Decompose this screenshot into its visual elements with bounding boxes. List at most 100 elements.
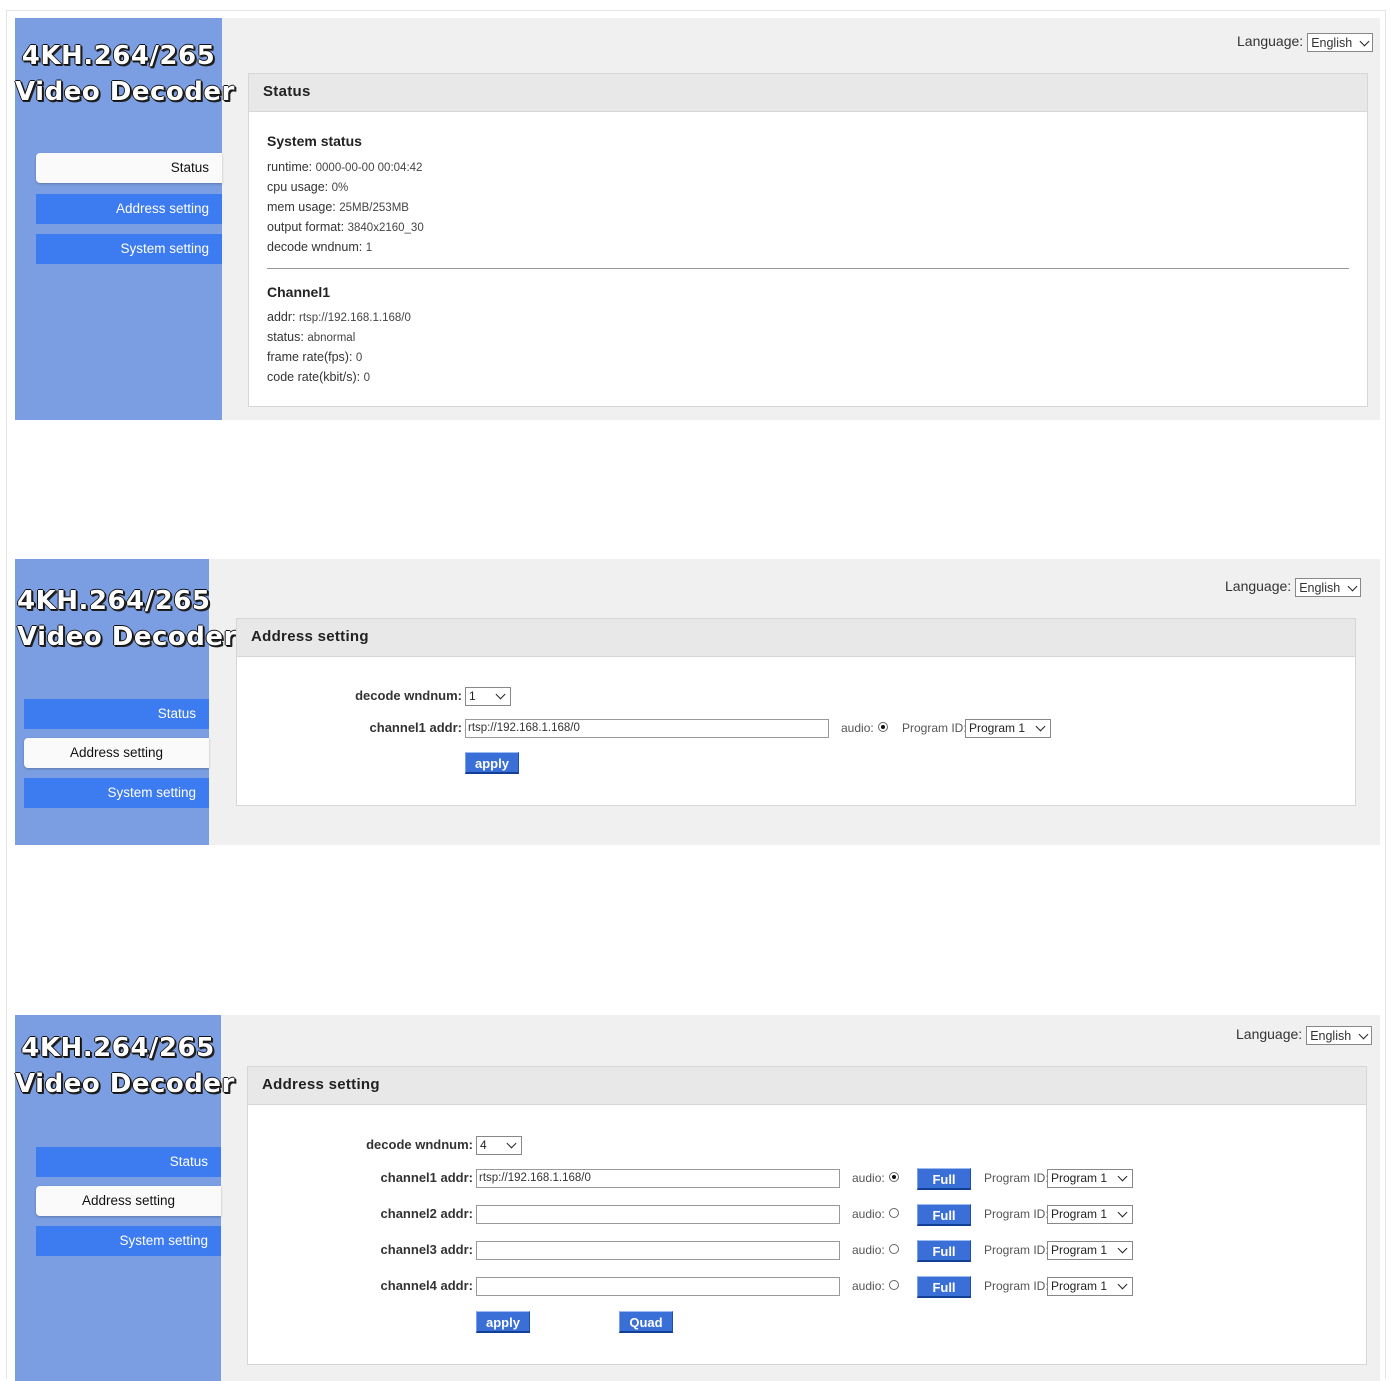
- program-id-label: Program ID:: [984, 1207, 1049, 1221]
- status-page: 4KH.264/265 Video Decoder Status Address…: [15, 18, 1380, 420]
- quad-button[interactable]: Quad: [619, 1311, 673, 1333]
- audio-radio[interactable]: [889, 1244, 899, 1254]
- decode-wndnum-select[interactable]: 1: [465, 687, 511, 706]
- program-id-select[interactable]: Program 1: [1047, 1205, 1133, 1224]
- program-id-label: Program ID:: [902, 721, 967, 735]
- apply-button[interactable]: apply: [476, 1311, 530, 1333]
- audio-label: audio:: [841, 721, 874, 735]
- language-select[interactable]: English: [1295, 578, 1362, 597]
- sidebar: 4KH.264/265 Video Decoder Status Address…: [15, 18, 235, 420]
- audio-radio[interactable]: [889, 1172, 899, 1182]
- card-title: Status: [249, 74, 1367, 112]
- chevron-down-icon: [1359, 36, 1370, 47]
- channel1-addr-input[interactable]: rtsp://192.168.1.168/0: [465, 719, 829, 738]
- chevron-down-icon: [1117, 1243, 1128, 1254]
- program-id-select[interactable]: Program 1: [1047, 1241, 1133, 1260]
- full-button[interactable]: Full: [917, 1204, 971, 1226]
- decode-wndnum-value: 1: [469, 689, 476, 703]
- logo-line1: 4KH.264/265: [21, 1033, 215, 1063]
- sidebar-item-system-setting[interactable]: System setting: [36, 234, 222, 264]
- sidebar: 4KH.264/265 Video Decoder Status Address…: [15, 559, 237, 845]
- language-label: Language:: [1225, 578, 1292, 595]
- decode-wndnum-value: 4: [480, 1138, 487, 1152]
- full-button[interactable]: Full: [917, 1276, 971, 1298]
- status-value: 0000-00-00 00:04:42: [315, 162, 423, 174]
- address-page-quad: 4KH.264/265 Video Decoder Status Address…: [15, 1015, 1380, 1381]
- program-id-select[interactable]: Program 1: [1047, 1169, 1133, 1188]
- logo-line2: Video Decoder: [17, 622, 237, 652]
- audio-radio[interactable]: [878, 722, 888, 732]
- sidebar-item-address-setting[interactable]: Address setting: [24, 738, 209, 768]
- sidebar-item-address-setting[interactable]: Address setting: [36, 194, 222, 224]
- full-button[interactable]: Full: [917, 1240, 971, 1262]
- status-row: output format: 3840x2160_30: [267, 220, 424, 234]
- chevron-down-icon: [506, 1138, 517, 1149]
- program-id-select[interactable]: Program 1: [1047, 1277, 1133, 1296]
- chevron-down-icon: [1117, 1279, 1128, 1290]
- chevron-down-icon: [1358, 1029, 1369, 1040]
- status-row: mem usage: 25MB/253MB: [267, 200, 409, 214]
- channel-addr-input[interactable]: [476, 1205, 840, 1224]
- channel-addr-input[interactable]: [476, 1277, 840, 1296]
- sidebar-item-address-setting[interactable]: Address setting: [36, 1186, 221, 1216]
- address-page-single: 4KH.264/265 Video Decoder Status Address…: [15, 559, 1380, 845]
- system-status-heading: System status: [267, 133, 362, 149]
- status-row: decode wndnum: 1: [267, 240, 372, 254]
- channel-label: addr:: [267, 310, 296, 324]
- logo-line2: Video Decoder: [15, 77, 235, 107]
- sidebar-item-status[interactable]: Status: [36, 1147, 221, 1177]
- sidebar-item-status[interactable]: Status: [24, 699, 209, 729]
- address-card: Address setting decode wndnum: 4 channel…: [247, 1066, 1367, 1365]
- status-card: Status System status runtime: 0000-00-00…: [248, 73, 1368, 407]
- program-id-select[interactable]: Program 1: [965, 719, 1051, 738]
- channel-value: abnormal: [307, 332, 356, 344]
- divider: [267, 268, 1349, 269]
- audio-radio[interactable]: [889, 1208, 899, 1218]
- channel-addr-input[interactable]: [476, 1241, 840, 1260]
- language-label: Language:: [1236, 1026, 1303, 1043]
- decode-wndnum-label: decode wndnum:: [355, 688, 462, 703]
- channel-label: code rate(kbit/s):: [267, 370, 361, 384]
- status-label: mem usage:: [267, 200, 336, 214]
- full-button[interactable]: Full: [917, 1168, 971, 1190]
- program-id-value: Program 1: [1051, 1243, 1108, 1257]
- channel-addr-label: channel4 addr:: [380, 1278, 473, 1293]
- channel-addr-input[interactable]: rtsp://192.168.1.168/0: [476, 1169, 840, 1188]
- channel-row: addr: rtsp://192.168.1.168/0: [267, 310, 411, 324]
- sidebar-item-status[interactable]: Status: [36, 153, 222, 183]
- status-row: runtime: 0000-00-00 00:04:42: [267, 160, 422, 174]
- status-label: runtime:: [267, 160, 313, 174]
- channel-addr-label: channel1 addr:: [380, 1170, 473, 1185]
- chevron-down-icon: [1117, 1171, 1128, 1182]
- logo-line1: 4KH.264/265: [21, 41, 216, 71]
- channel-label: frame rate(fps):: [267, 350, 353, 364]
- sidebar-item-system-setting[interactable]: System setting: [24, 778, 209, 808]
- language-selector: Language: English: [1236, 1026, 1373, 1045]
- app-logo: 4KH.264/265 Video Decoder: [15, 38, 235, 110]
- audio-radio[interactable]: [889, 1280, 899, 1290]
- apply-button[interactable]: apply: [465, 752, 519, 774]
- sidebar: 4KH.264/265 Video Decoder Status Address…: [15, 1015, 234, 1381]
- language-select[interactable]: English: [1306, 1026, 1373, 1045]
- address-card: Address setting decode wndnum: 1 channel…: [236, 618, 1356, 806]
- status-value: 1: [365, 242, 373, 254]
- decode-wndnum-label: decode wndnum:: [366, 1137, 473, 1152]
- audio-label: audio:: [852, 1279, 885, 1293]
- language-value: English: [1299, 581, 1341, 595]
- decode-wndnum-select[interactable]: 4: [476, 1136, 522, 1155]
- chevron-down-icon: [1035, 721, 1046, 732]
- chevron-down-icon: [1117, 1207, 1128, 1218]
- status-label: output format:: [267, 220, 345, 234]
- channel-value: rtsp://192.168.1.168/0: [298, 312, 411, 324]
- language-selector: Language: English: [1237, 33, 1374, 52]
- chevron-down-icon: [495, 689, 506, 700]
- program-id-label: Program ID:: [984, 1243, 1049, 1257]
- language-value: English: [1311, 36, 1353, 50]
- status-row: cpu usage: 0%: [267, 180, 348, 194]
- language-select[interactable]: English: [1307, 33, 1374, 52]
- language-selector: Language: English: [1225, 578, 1362, 597]
- audio-label: audio:: [852, 1207, 885, 1221]
- program-id-value: Program 1: [1051, 1171, 1108, 1185]
- sidebar-item-system-setting[interactable]: System setting: [36, 1226, 221, 1256]
- channel-addr-label: channel2 addr:: [380, 1206, 473, 1221]
